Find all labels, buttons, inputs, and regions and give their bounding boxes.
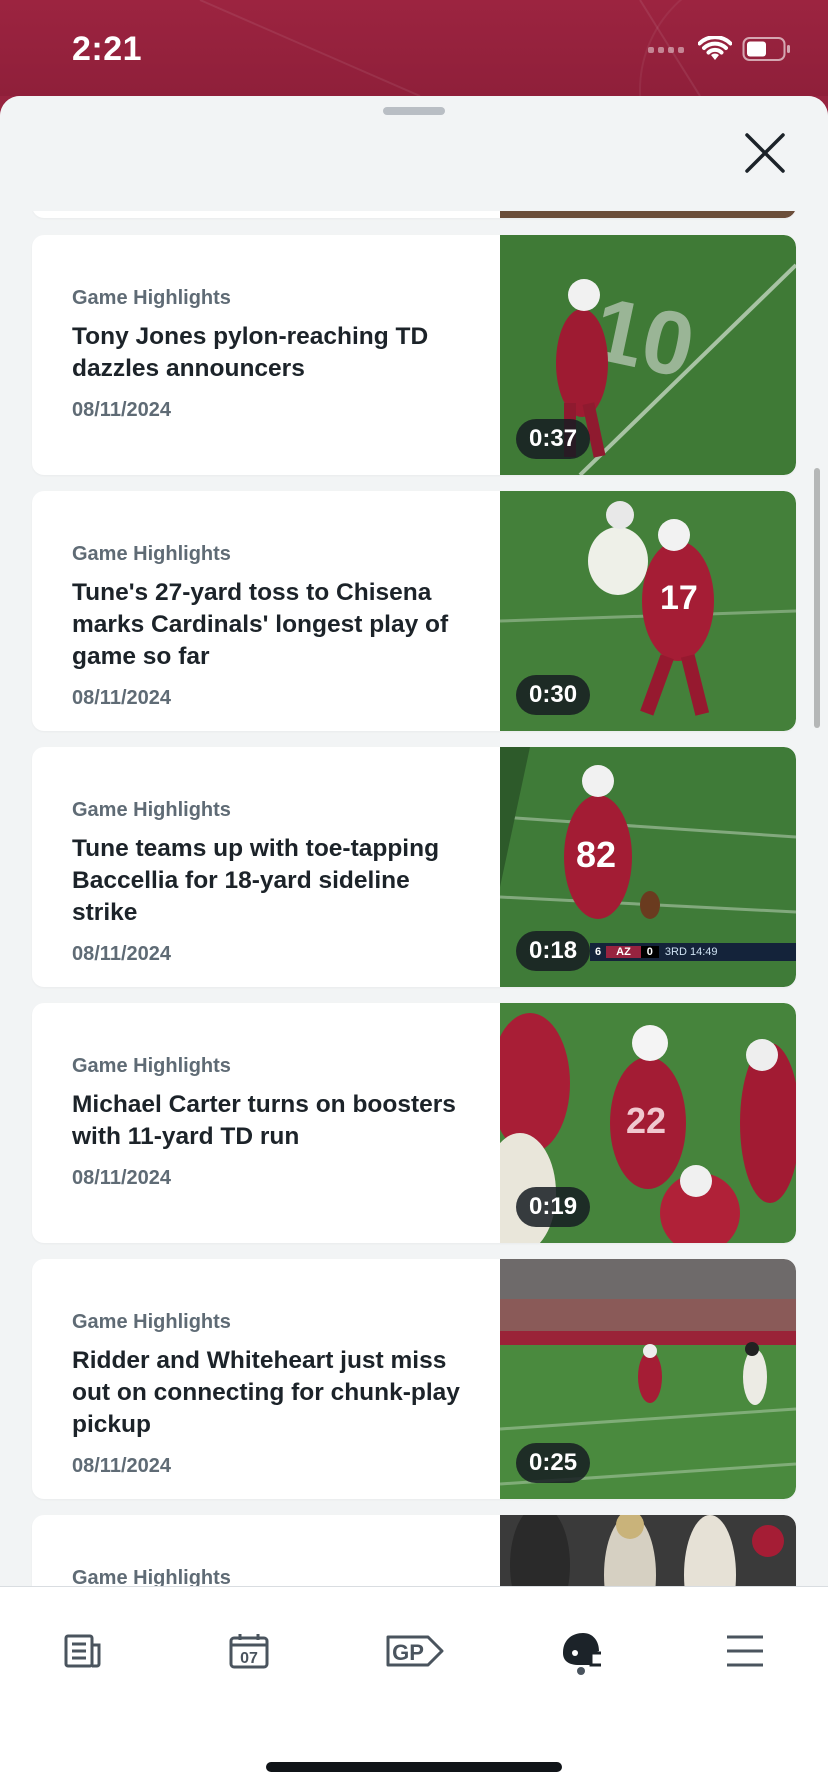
status-time: 2:21	[72, 30, 143, 68]
video-thumbnail[interactable]: 10 0:37	[500, 235, 796, 475]
video-thumbnail[interactable]: 82 6 AZ 0 3RD 14:49 0:18	[500, 747, 796, 987]
video-card[interactable]: Game Highlights Tune's 27-yard toss to C…	[32, 491, 796, 731]
close-icon	[745, 133, 785, 173]
home-indicator[interactable]	[266, 1762, 562, 1772]
scorebug: 6 AZ 0 3RD 14:49	[590, 943, 796, 961]
helmet-icon	[563, 1633, 601, 1667]
video-category: Game Highlights	[72, 1567, 231, 1586]
scorebug-home-score: 0	[640, 946, 659, 958]
scorebug-away-score: 6	[595, 946, 602, 958]
sheet-grabber[interactable]	[383, 107, 445, 115]
video-date: 08/11/2024	[72, 1455, 171, 1477]
scorebug-home-team: AZ	[606, 946, 641, 958]
svg-text:22: 22	[626, 1100, 666, 1141]
video-category: Game Highlights	[72, 543, 231, 565]
video-card[interactable]: Game Highlights Ridder and Whiteheart ju…	[32, 1259, 796, 1499]
video-card[interactable]: Game Highlights Michael Carter turns on …	[32, 1003, 796, 1243]
news-icon	[64, 1634, 101, 1668]
video-thumbnail[interactable]	[500, 1515, 796, 1586]
gp-icon: GP	[386, 1635, 444, 1667]
thumbnail-image	[500, 1515, 796, 1586]
scorebug-clock: 3RD 14:49	[664, 946, 718, 958]
video-date: 08/11/2024	[72, 399, 171, 421]
wifi-icon	[698, 36, 732, 60]
video-title[interactable]: Michael Carter turns on boosters with 11…	[72, 1089, 467, 1153]
video-category: Game Highlights	[72, 799, 231, 821]
calendar-icon: 07	[229, 1634, 269, 1669]
video-card[interactable]: Game Highlights Tune teams up with toe-t…	[32, 747, 796, 987]
video-title[interactable]: Tune's 27-yard toss to Chisena marks Car…	[72, 577, 467, 673]
video-date: 08/11/2024	[72, 687, 171, 709]
video-thumbnail[interactable]: 22 0:19	[500, 1003, 796, 1243]
video-category: Game Highlights	[72, 1311, 231, 1333]
tab-menu[interactable]	[715, 1621, 775, 1681]
battery-icon	[742, 37, 790, 61]
video-title[interactable]: Ridder and Whiteheart just miss out on c…	[72, 1345, 467, 1441]
video-duration: 0:30	[516, 675, 591, 715]
video-duration: 0:19	[516, 1187, 591, 1227]
sheet-header	[0, 96, 828, 211]
video-title[interactable]: Tony Jones pylon-reaching TD dazzles ann…	[72, 321, 467, 385]
video-title[interactable]: Tune teams up with toe-tapping Baccellia…	[72, 833, 467, 929]
video-feed[interactable]: Game Highlights Tony Jones pylon-reachin…	[0, 96, 828, 1586]
tab-gameplan[interactable]: GP	[384, 1621, 446, 1681]
video-duration: 0:25	[516, 1443, 591, 1483]
status-icons	[648, 34, 792, 64]
video-thumbnail[interactable]: 17 0:30	[500, 491, 796, 731]
active-tab-indicator	[577, 1667, 585, 1675]
video-card[interactable]: Game Highlights Tony Jones pylon-reachin…	[32, 235, 796, 475]
menu-icon	[727, 1635, 763, 1667]
tab-schedule[interactable]: 07	[219, 1621, 279, 1681]
svg-text:82: 82	[576, 834, 616, 875]
video-duration: 0:18	[516, 931, 591, 971]
tab-news[interactable]	[53, 1621, 113, 1681]
video-category: Game Highlights	[72, 1055, 231, 1077]
calendar-icon-day: 07	[240, 1650, 258, 1667]
video-date: 08/11/2024	[72, 943, 171, 965]
cellular-signal-icon	[648, 47, 684, 53]
close-button[interactable]	[742, 130, 788, 176]
status-bar: 2:21	[0, 0, 828, 96]
scroll-indicator[interactable]	[814, 468, 820, 728]
svg-text:17: 17	[660, 579, 698, 617]
video-thumbnail[interactable]: 0:25	[500, 1259, 796, 1499]
video-card-partial-bottom[interactable]: Game Highlights	[32, 1515, 796, 1586]
video-date: 08/11/2024	[72, 1167, 171, 1189]
video-duration: 0:37	[516, 419, 591, 459]
gp-icon-text: GP	[392, 1640, 424, 1665]
video-sheet: Game Highlights Tony Jones pylon-reachin…	[0, 96, 828, 1792]
video-category: Game Highlights	[72, 287, 231, 309]
